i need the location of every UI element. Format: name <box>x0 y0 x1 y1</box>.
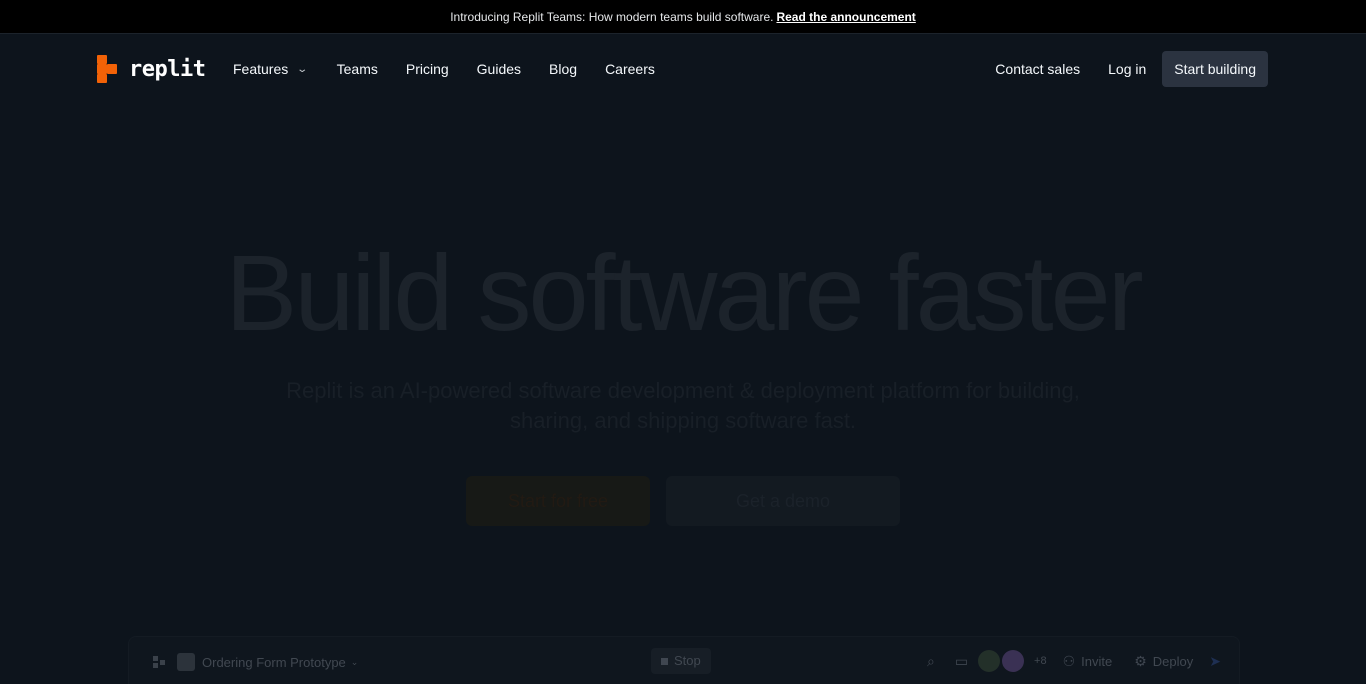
deploy-icon: ⚙ <box>1134 652 1147 669</box>
repl-avatar-icon <box>177 653 195 671</box>
get-demo-button[interactable]: Get a demo <box>666 476 900 526</box>
login-link[interactable]: Log in <box>1108 61 1146 77</box>
chat-icon[interactable]: ▭ <box>955 653 968 670</box>
chevron-down-icon: ⌄ <box>350 656 359 667</box>
start-free-button[interactable]: Start for free <box>466 476 650 526</box>
grid-icon <box>153 656 165 668</box>
nav-guides[interactable]: Guides <box>477 61 521 77</box>
stop-label: Stop <box>674 653 701 668</box>
contact-sales-link[interactable]: Contact sales <box>995 61 1080 77</box>
hero-actions: Start for free Get a demo <box>0 476 1366 526</box>
hero-subtitle: Replit is an AI-powered software develop… <box>286 378 1080 433</box>
collaborator-count: +8 <box>1034 655 1047 667</box>
replit-logo[interactable]: replit <box>97 55 206 83</box>
chevron-down-icon: ⌄ <box>296 63 309 75</box>
ide-project: Ordering Form Prototype ⌄ <box>153 653 358 671</box>
start-building-button[interactable]: Start building <box>1162 51 1268 87</box>
nav-teams[interactable]: Teams <box>337 61 378 77</box>
hero-title: Build software faster <box>225 232 1143 353</box>
nav-features[interactable]: Features ⌄ <box>233 61 309 77</box>
nav-blog[interactable]: Blog <box>549 61 577 77</box>
replit-wordmark: replit <box>129 56 206 82</box>
announcement-text: Introducing Replit Teams: How modern tea… <box>450 9 774 24</box>
ide-preview-bar: Ordering Form Prototype ⌄ Stop ⌕ ▭ +8 ⚇ … <box>128 636 1240 684</box>
project-name: Ordering Form Prototype <box>202 654 346 670</box>
avatar <box>1002 650 1025 672</box>
stop-button[interactable]: Stop <box>651 648 711 674</box>
announcement-link[interactable]: Read the announcement <box>776 10 915 24</box>
search-icon[interactable]: ⌕ <box>927 653 935 670</box>
primary-nav: Features ⌄ Teams Pricing Guides Blog Car… <box>233 34 655 104</box>
ide-actions: ⌕ ▭ +8 ⚇ Invite ⚙ Deploy ➤ <box>927 650 1221 672</box>
announcement-banner: Introducing Replit Teams: How modern tea… <box>0 0 1366 34</box>
nav-careers[interactable]: Careers <box>605 61 655 77</box>
deploy-button[interactable]: ⚙ Deploy <box>1128 653 1199 670</box>
nav-pricing[interactable]: Pricing <box>406 61 449 77</box>
nav-features-label: Features <box>233 61 289 77</box>
invite-button[interactable]: ⚇ Invite <box>1057 653 1119 670</box>
nav-actions: Contact sales Log in Start building <box>995 51 1268 87</box>
invite-label: Invite <box>1081 653 1113 669</box>
replit-logo-icon <box>97 55 121 83</box>
user-menu-icon[interactable]: ➤ <box>1209 653 1221 670</box>
deploy-label: Deploy <box>1152 653 1194 669</box>
avatar <box>978 650 1001 672</box>
add-user-icon: ⚇ <box>1062 652 1076 669</box>
top-nav: replit Features ⌄ Teams Pricing Guides B… <box>0 34 1366 104</box>
stop-icon <box>661 657 668 665</box>
